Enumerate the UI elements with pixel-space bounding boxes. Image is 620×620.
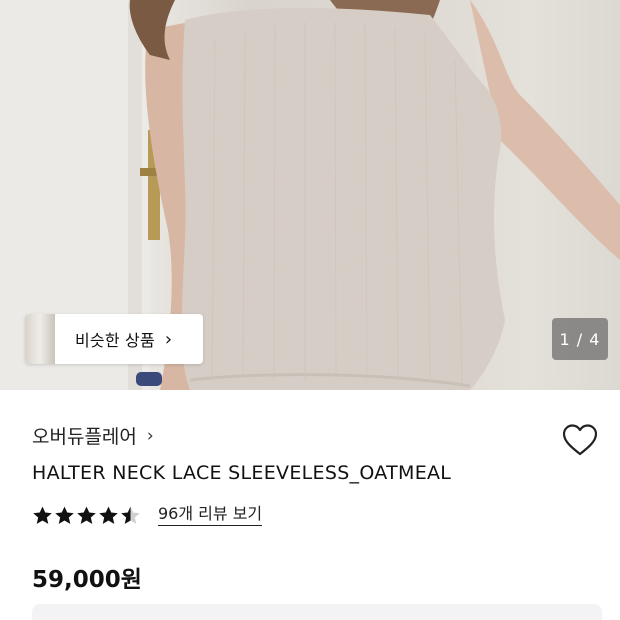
- review-link[interactable]: 96개 리뷰 보기: [158, 505, 263, 526]
- brand-name: 오버듀플레어: [32, 426, 137, 448]
- heart-icon: [562, 424, 598, 456]
- product-image[interactable]: 비슷한 상품 › 1 / 4: [0, 0, 620, 390]
- star-rating: [32, 505, 142, 526]
- chevron-right-icon: ›: [146, 425, 154, 446]
- similar-product-thumbnail: [25, 314, 55, 364]
- wishlist-button[interactable]: [560, 420, 600, 460]
- star-full-icon: [33, 506, 52, 524]
- star-full-icon: [77, 506, 96, 524]
- product-price: 59,000원: [32, 567, 142, 593]
- star-full-icon: [55, 506, 74, 524]
- star-full-icon: [99, 506, 118, 524]
- similar-products-button[interactable]: 비슷한 상품 ›: [25, 314, 203, 364]
- info-box: [32, 604, 602, 620]
- star-half-icon: [121, 506, 140, 524]
- similar-products-label: 비슷한 상품: [75, 331, 155, 350]
- product-title: HALTER NECK LACE SLEEVELESS_OATMEAL: [32, 462, 452, 484]
- brand-link[interactable]: 오버듀플레어 ›: [32, 422, 154, 449]
- rating-row: 96개 리뷰 보기: [32, 505, 263, 526]
- image-page-counter: 1 / 4: [552, 318, 608, 360]
- chevron-right-icon: ›: [164, 328, 173, 350]
